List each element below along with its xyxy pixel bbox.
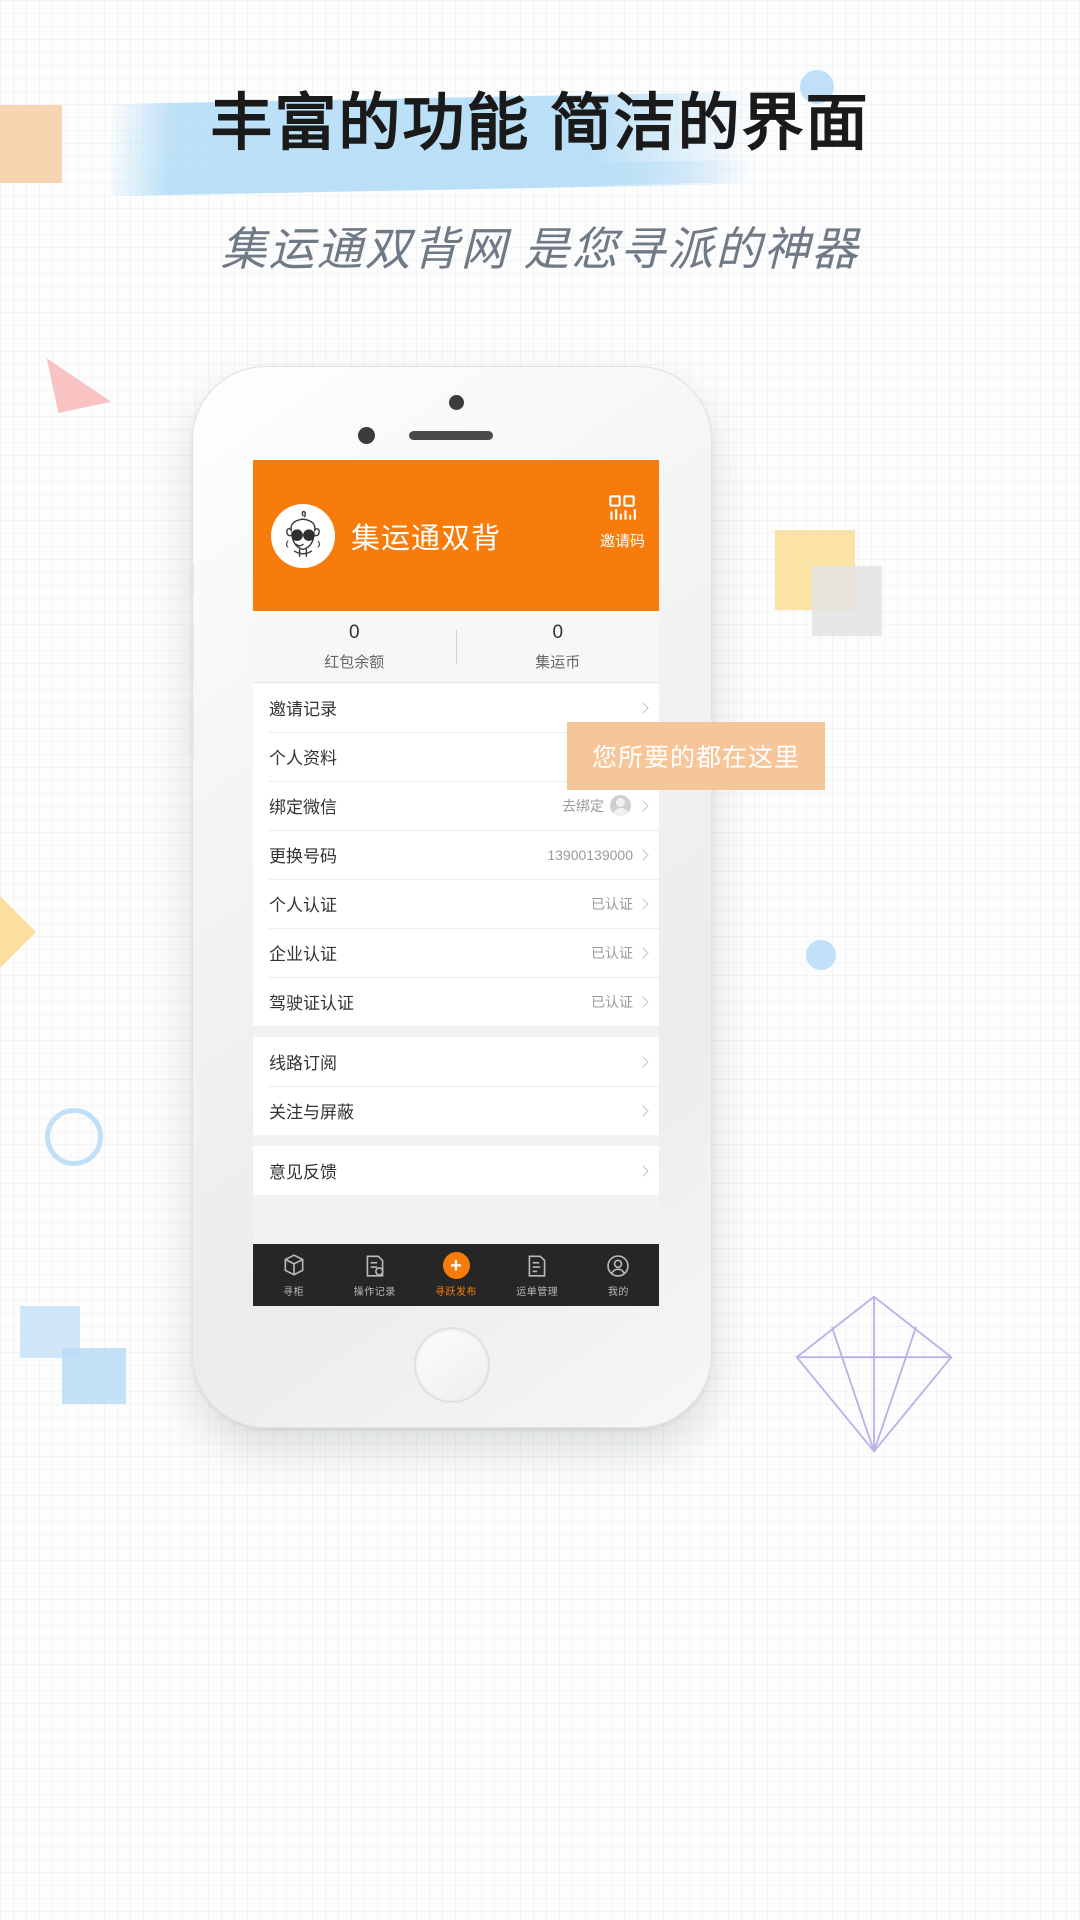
list-item-value: 去绑定 <box>562 797 604 814</box>
chevron-right-icon <box>637 946 649 959</box>
decor-circle-blue-mid <box>806 940 836 970</box>
list-item-label: 企业认证 <box>269 945 337 964</box>
list-item-label: 线路订阅 <box>269 1054 337 1073</box>
phone-mute-switch <box>189 563 194 597</box>
list-item-value: 已认证 <box>591 993 633 1010</box>
tab-label: 我的 <box>607 1286 629 1298</box>
callout-badge: 您所要的都在这里 <box>567 722 825 790</box>
list-item-label: 意见反馈 <box>269 1163 337 1182</box>
waybill-icon <box>524 1253 550 1279</box>
list-item[interactable]: 意见反馈 <box>253 1146 659 1195</box>
decor-triangle-pink <box>46 346 112 414</box>
chevron-right-icon <box>637 848 649 861</box>
decor-triangle-yellow <box>0 888 36 976</box>
chevron-right-icon <box>637 701 649 714</box>
list-group-separator <box>253 1135 659 1146</box>
list-group: 意见反馈 <box>253 1146 659 1195</box>
stat-value: 0 <box>552 621 564 643</box>
stat-label: 集运币 <box>535 653 581 671</box>
list-item[interactable]: 驾驶证认证 已认证 <box>253 977 659 1026</box>
list-item-value: 13900139000 <box>547 846 633 863</box>
phone-volume-up-button <box>189 623 194 681</box>
app-header: 集运通双背 邀请码 <box>253 460 659 611</box>
stat-red-packet-balance[interactable]: 0 红包余额 <box>253 622 456 672</box>
list-item[interactable]: 个人认证 已认证 <box>253 879 659 928</box>
list-item-label: 驾驶证认证 <box>269 994 354 1013</box>
list-item-label: 个人认证 <box>269 896 337 915</box>
app-title: 集运通双背 <box>351 522 502 555</box>
list-item-value: 已认证 <box>591 944 633 961</box>
decor-circle-ring-blue <box>45 1108 103 1166</box>
chevron-right-icon <box>637 1055 649 1068</box>
list-item-label: 更换号码 <box>269 847 337 866</box>
list-item[interactable]: 更换号码 13900139000 <box>253 830 659 879</box>
list-item[interactable]: 关注与屏蔽 <box>253 1086 659 1135</box>
decor-diamond-outline <box>790 1290 958 1458</box>
stats-bar: 0 红包余额 0 集运币 <box>253 611 659 683</box>
user-icon <box>605 1253 631 1279</box>
tab-3[interactable]: + 寻跃发布 <box>415 1252 496 1298</box>
chevron-right-icon <box>637 799 649 812</box>
chevron-right-icon <box>637 995 649 1008</box>
tab-2[interactable]: 操作记录 <box>334 1253 415 1298</box>
avatar <box>610 795 631 816</box>
stat-value: 0 <box>348 621 360 643</box>
tab-label: 操作记录 <box>353 1286 396 1298</box>
phone-earpiece-speaker <box>409 431 493 440</box>
chevron-right-icon <box>637 897 649 910</box>
chevron-right-icon <box>637 1164 649 1177</box>
decor-square-blue-b <box>62 1348 126 1404</box>
tab-label: 运单管理 <box>516 1286 559 1298</box>
bottom-tab-bar: 寻柜 操作记录 + 寻跃发布 运单管理 我的 <box>253 1244 659 1306</box>
mascot-sunglasses-icon <box>271 503 335 568</box>
list-group: 线路订阅 关注与屏蔽 <box>253 1037 659 1135</box>
plus-icon[interactable]: + <box>442 1252 470 1279</box>
phone-mockup: 集运通双背 邀请码 0 红包余额 0 集运币 邀请记录 个人资料 绑定微信 去绑… <box>189 366 712 1428</box>
list-item-value: 已认证 <box>591 895 633 912</box>
tab-5[interactable]: 我的 <box>578 1253 659 1298</box>
tab-label: 寻柜 <box>283 1286 305 1298</box>
phone-volume-down-button <box>189 697 194 755</box>
invite-code-button[interactable]: 邀请码 <box>600 494 645 551</box>
tab-4[interactable]: 运单管理 <box>497 1253 578 1298</box>
list-item-label: 关注与屏蔽 <box>269 1103 354 1122</box>
container-icon <box>281 1253 307 1279</box>
list-item-label: 绑定微信 <box>269 798 337 817</box>
list-item-label: 邀请记录 <box>269 700 337 719</box>
phone-front-camera <box>358 427 375 444</box>
qr-code-icon <box>608 494 637 522</box>
phone-home-button[interactable] <box>414 1327 490 1403</box>
stat-label: 红包余额 <box>324 653 385 671</box>
record-icon <box>362 1253 388 1279</box>
list-item[interactable]: 企业认证 已认证 <box>253 928 659 977</box>
chevron-right-icon <box>637 1104 649 1117</box>
list-group-separator <box>253 1026 659 1037</box>
list-item[interactable]: 线路订阅 <box>253 1037 659 1086</box>
phone-proximity-sensor <box>449 395 464 410</box>
poster-subtitle: 集运通双背网 是您寻派的神器 <box>220 223 860 275</box>
stat-coin-balance[interactable]: 0 集运币 <box>457 622 660 672</box>
poster-headline-block: 丰富的功能 简洁的界面 <box>0 88 1080 197</box>
app-screen: 集运通双背 邀请码 0 红包余额 0 集运币 邀请记录 个人资料 绑定微信 去绑… <box>253 460 659 1306</box>
tab-label: 寻跃发布 <box>435 1287 477 1298</box>
decor-square-grey <box>812 566 882 636</box>
invite-code-label: 邀请码 <box>599 533 645 550</box>
poster-headline: 丰富的功能 简洁的界面 <box>210 89 870 158</box>
tab-1[interactable]: 寻柜 <box>253 1253 334 1298</box>
